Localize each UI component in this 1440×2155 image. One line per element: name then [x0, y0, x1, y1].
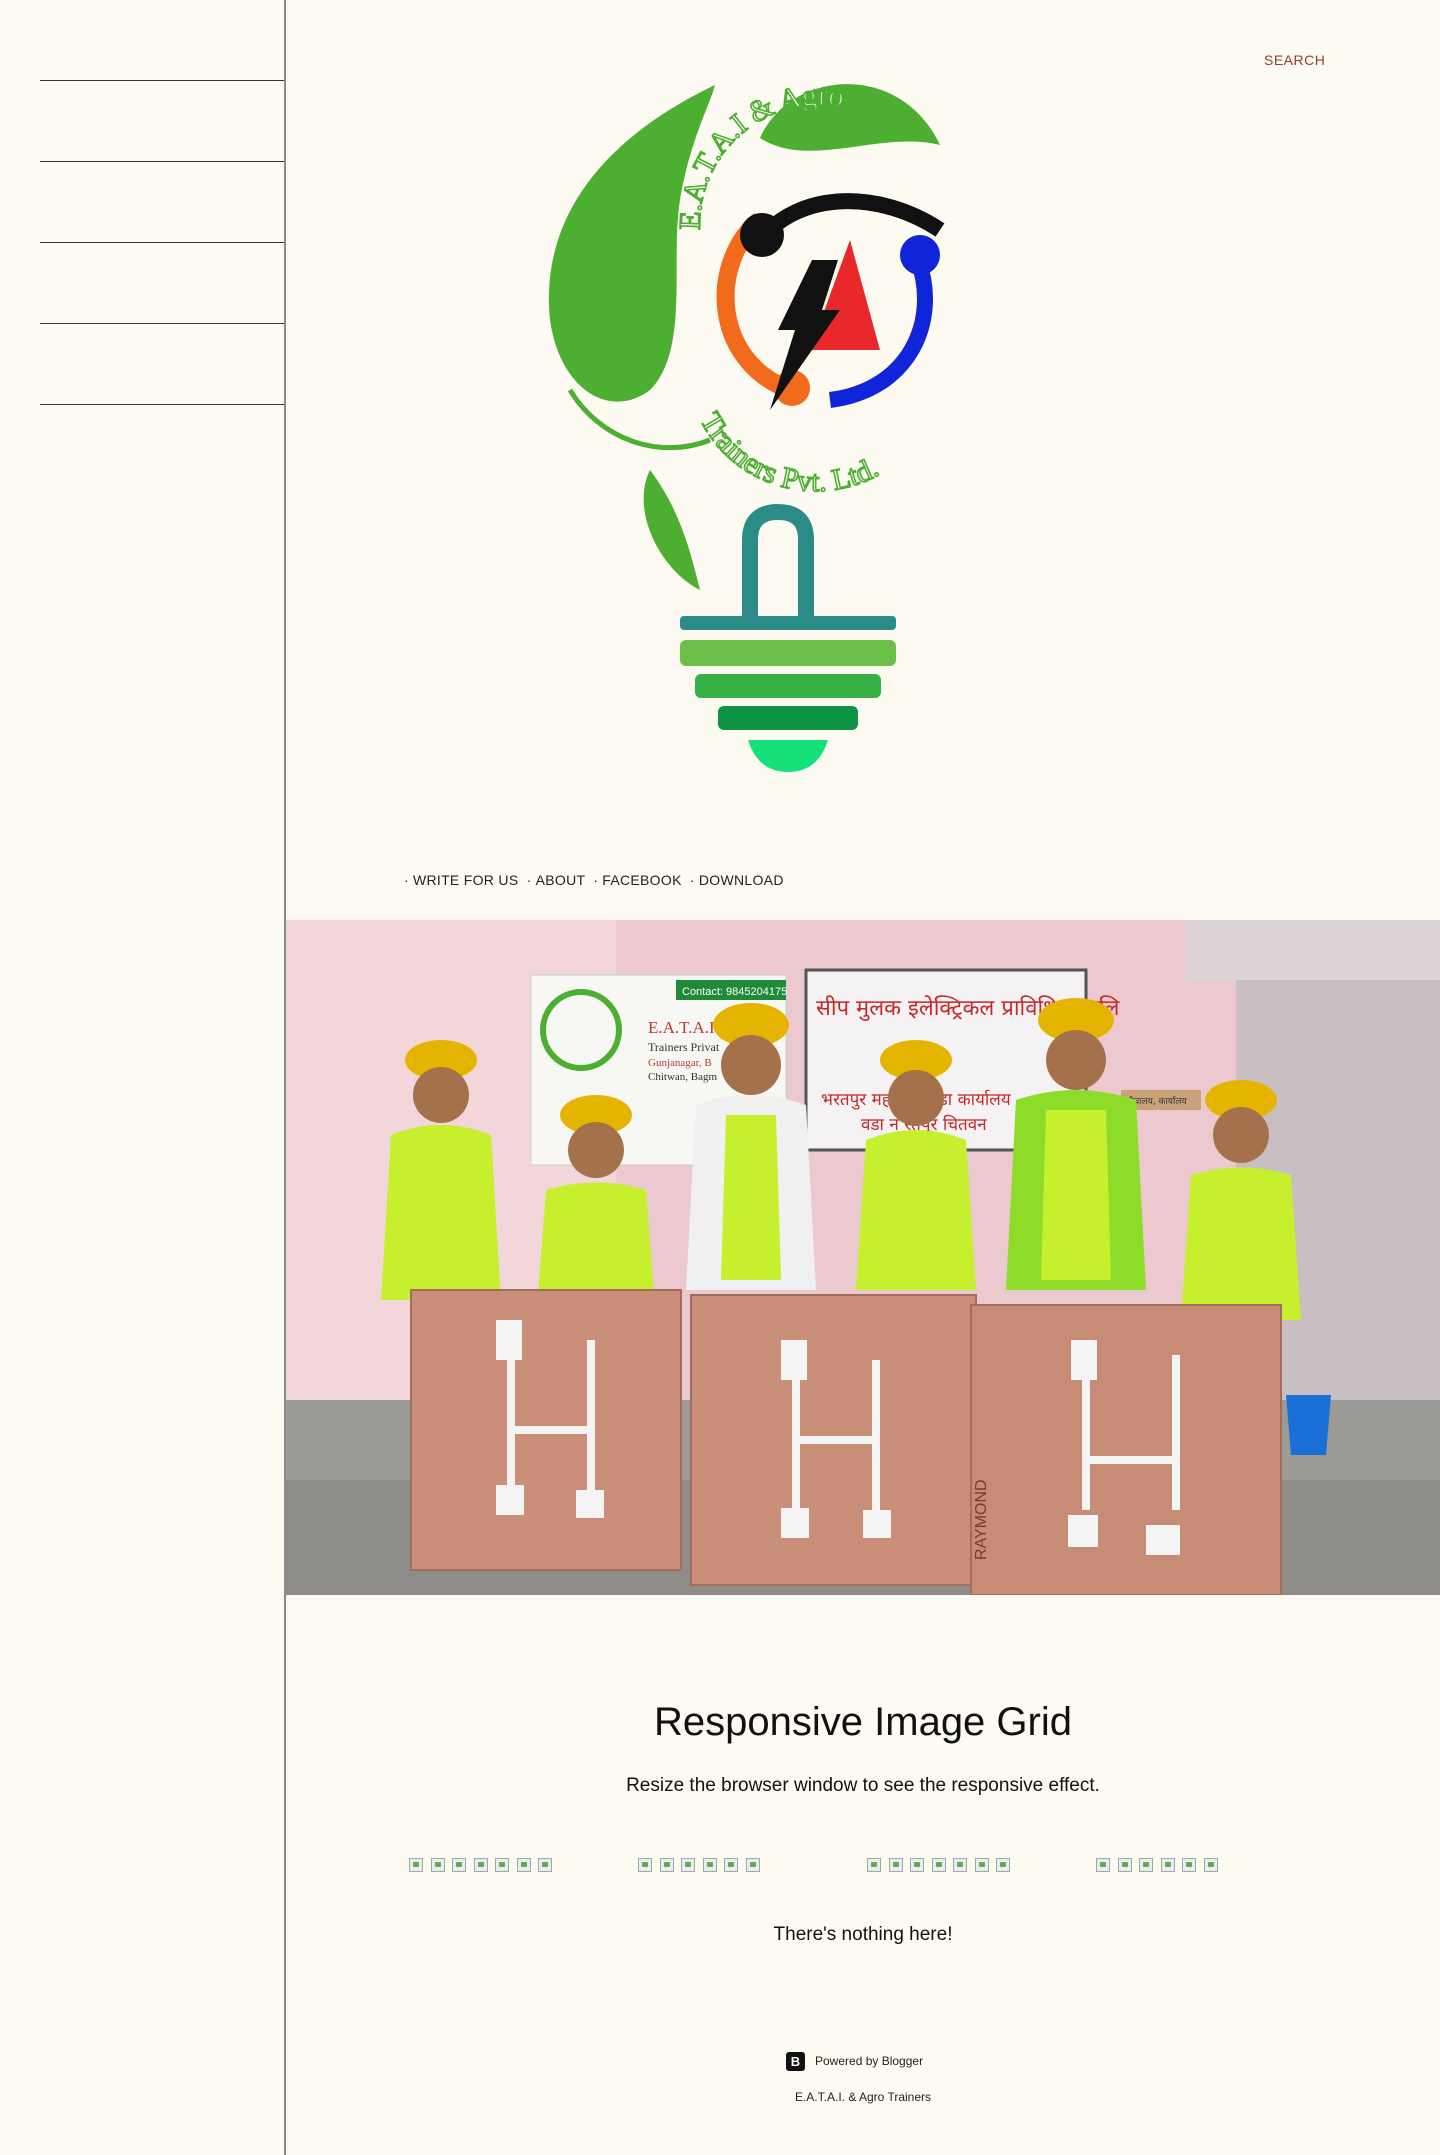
- broken-image-icon[interactable]: [495, 1858, 509, 1872]
- grid-column-4: [1096, 1858, 1225, 1874]
- ground-bar-2: [680, 640, 896, 666]
- broken-image-icon[interactable]: [638, 1858, 652, 1872]
- broken-image-icon[interactable]: [452, 1858, 466, 1872]
- blogger-icon: B: [786, 2051, 805, 2071]
- grid-column-1: [409, 1858, 560, 1874]
- powered-by-label: Powered by Blogger: [815, 2054, 924, 2068]
- broken-image-icon[interactable]: [1139, 1858, 1153, 1872]
- footer-site-name: E.A.T.A.I. & Agro Trainers: [794, 2090, 932, 2104]
- broken-image-icon[interactable]: [867, 1858, 881, 1872]
- nav-download[interactable]: DOWNLOAD: [699, 872, 784, 888]
- sidebar-item-5[interactable]: [40, 404, 284, 405]
- ground-bar-3: [695, 674, 881, 698]
- broken-image-icon[interactable]: [953, 1858, 967, 1872]
- broken-image-icon[interactable]: [1182, 1858, 1196, 1872]
- banner-contact: Contact: 9845204175: [682, 986, 787, 998]
- banner-sub1: Trainers Privat: [648, 1040, 720, 1054]
- grid-title: Responsive Image Grid: [654, 1700, 1072, 1744]
- broken-image-icon[interactable]: [409, 1858, 423, 1872]
- leaf-shape: [548, 85, 715, 402]
- sidebar-item-2[interactable]: [40, 161, 284, 162]
- nav-about[interactable]: ABOUT: [536, 872, 585, 888]
- broken-image-icon[interactable]: [974, 1858, 989, 1872]
- broken-image-icon[interactable]: [516, 1858, 531, 1872]
- broken-image-icon[interactable]: [681, 1858, 695, 1872]
- hero-image: Contact: 9845204175 E.A.T.A.I. A Trainer…: [286, 920, 1440, 1595]
- empty-message: There's nothing here!: [773, 1924, 953, 1945]
- blue-dot: [900, 235, 940, 275]
- small-leaf-shape: [643, 470, 700, 590]
- sidebar-item-3[interactable]: [40, 242, 284, 243]
- broken-image-icon[interactable]: [702, 1858, 717, 1872]
- broken-image-icon[interactable]: [1160, 1858, 1175, 1872]
- ground-bar-5: [748, 740, 828, 772]
- grid-column-3: [867, 1858, 1018, 1874]
- broken-image-icon[interactable]: [1203, 1858, 1218, 1872]
- leaf-stem: [567, 388, 711, 451]
- ground-bar-4: [718, 706, 858, 730]
- ground-bar-1: [680, 616, 896, 630]
- main-nav: · WRITE FOR US · ABOUT · FACEBOOK · DOWNLOAD: [404, 872, 784, 888]
- broken-image-icon[interactable]: [910, 1858, 924, 1872]
- board-text: RAYMOND: [973, 1479, 990, 1560]
- broken-image-icon[interactable]: [473, 1858, 488, 1872]
- banner-sub2: Gunjanagar, B: [648, 1057, 712, 1069]
- broken-image-icon[interactable]: [1117, 1858, 1132, 1872]
- broken-image-icon[interactable]: [1096, 1858, 1110, 1872]
- grid-column-2: [638, 1858, 767, 1874]
- grid-subtitle: Resize the browser window to see the res…: [626, 1775, 1100, 1796]
- bucket: [1286, 1395, 1331, 1455]
- broken-image-icon[interactable]: [430, 1858, 445, 1872]
- logo-text-bottom: Trainers Pvt. Ltd.: [694, 407, 884, 498]
- search-link[interactable]: SEARCH: [1264, 52, 1325, 68]
- broken-image-icon[interactable]: [724, 1858, 738, 1872]
- sidebar: [0, 0, 284, 2155]
- wiring-boards: RAYMOND: [410, 1289, 1282, 1595]
- plug-top: [742, 503, 814, 630]
- broken-image-icon[interactable]: [888, 1858, 903, 1872]
- powered-by-blogger[interactable]: B Powered by Blogger: [786, 2051, 923, 2071]
- black-arc: [753, 193, 945, 246]
- broken-image-icon[interactable]: [538, 1858, 552, 1872]
- banner-sub3: Chitwan, Bagm: [648, 1071, 717, 1083]
- broken-image-icon[interactable]: [659, 1858, 674, 1872]
- nav-write-for-us[interactable]: WRITE FOR US: [413, 872, 518, 888]
- broken-image-icon[interactable]: [931, 1858, 946, 1872]
- sidebar-item-4[interactable]: [40, 323, 284, 324]
- nav-facebook[interactable]: FACEBOOK: [602, 872, 681, 888]
- broken-image-icon[interactable]: [745, 1858, 760, 1872]
- broken-image-icon[interactable]: [996, 1858, 1010, 1872]
- black-dot: [740, 213, 784, 257]
- site-logo[interactable]: E.A.T.A.I & Agro Trainers Pvt. Ltd.: [540, 60, 980, 780]
- sidebar-item-1[interactable]: [40, 80, 284, 81]
